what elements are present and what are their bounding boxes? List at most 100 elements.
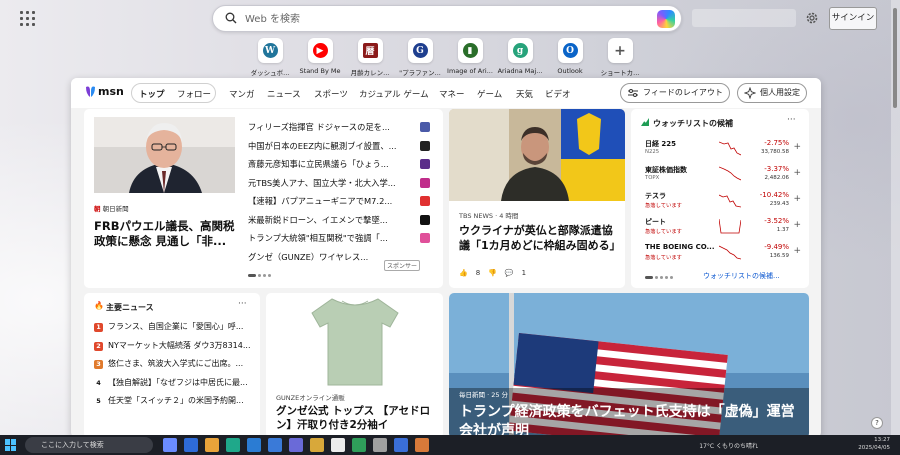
- excel-icon[interactable]: [352, 438, 366, 452]
- watchlist-pager[interactable]: [645, 276, 673, 279]
- windows-start-icon[interactable]: [5, 439, 17, 451]
- top-news-text: NYマーケット大幅続落 ダウ3万8314...: [108, 340, 251, 350]
- top-news-item[interactable]: 5 任天堂「スイッチ２」の米国予約開...: [94, 395, 254, 406]
- quick-link-tile: g: [507, 38, 533, 63]
- msn-butterfly-icon: [86, 86, 95, 97]
- watchlist-more-icon[interactable]: ···: [787, 115, 796, 125]
- top-news-item[interactable]: 2 NYマーケット大幅続落 ダウ3万8314...: [94, 340, 254, 351]
- apps-grid-icon[interactable]: [20, 11, 36, 27]
- tab-video[interactable]: ビデオ: [545, 88, 571, 100]
- gunze-title[interactable]: グンゼ公式 トップス 【アセドロン】汗取り付き2分袖イ: [276, 404, 438, 432]
- watchlist-card: ウォッチリストの候補 ··· 日経 225 N225 -2.75% 33,780.58…: [631, 109, 809, 288]
- headline-link[interactable]: 中国が日本のEEZ内に観測ブイ設置、...: [248, 140, 430, 152]
- quick-link[interactable]: O Outlook: [545, 38, 595, 77]
- personalize-label: 個人用設定: [760, 88, 800, 97]
- headline-link[interactable]: 米最新鋭ドローン、イエメンで撃墜...: [248, 214, 430, 226]
- app2-icon[interactable]: [373, 438, 387, 452]
- help-icon[interactable]: ?: [871, 417, 883, 429]
- app4-icon[interactable]: [415, 438, 429, 452]
- add-icon[interactable]: +: [793, 142, 801, 152]
- quick-link[interactable]: g Ariadna Maj...: [495, 38, 545, 77]
- watchlist-row[interactable]: ピート 急落しています -3.52% 1.37 +: [645, 217, 801, 243]
- app-icon[interactable]: [289, 438, 303, 452]
- page-scrollbar[interactable]: [891, 0, 900, 435]
- tab-follow[interactable]: フォロー: [177, 88, 211, 100]
- comment-icon[interactable]: 💬: [505, 269, 514, 277]
- msn-logo[interactable]: msn: [85, 85, 124, 98]
- watchlist-row[interactable]: 東証株価指数 TOPX -3.37% 2,482.06 +: [645, 165, 801, 191]
- store-icon[interactable]: [268, 438, 282, 452]
- word-icon[interactable]: [247, 438, 261, 452]
- top-news-item[interactable]: 3 悠仁さま、筑波大入学式にご出席。...: [94, 358, 254, 369]
- folder-icon[interactable]: [310, 438, 324, 452]
- dislike-icon[interactable]: 👎: [488, 269, 497, 277]
- copilot-taskbar-icon[interactable]: [163, 438, 177, 452]
- quick-link[interactable]: ▶ Stand By Me: [295, 38, 345, 77]
- task-view-icon[interactable]: [184, 438, 198, 452]
- clock-date[interactable]: 2025/04/05: [858, 445, 890, 451]
- hero-image[interactable]: [94, 117, 235, 193]
- top-news-more-icon[interactable]: ···: [238, 299, 247, 309]
- clock-time[interactable]: 13:27: [874, 437, 890, 443]
- file-explorer-icon[interactable]: [205, 438, 219, 452]
- tab-top[interactable]: トップ: [139, 88, 165, 100]
- gunze-ad-card[interactable]: GUNZEオンライン通販 グンゼ公式 トップス 【アセドロン】汗取り付き2分袖イ: [266, 293, 443, 438]
- add-icon[interactable]: +: [793, 220, 801, 230]
- trump-news-card[interactable]: 毎日新聞 · 25 分 トランプ経済政策をバフェット氏支持は「虚偽」運営会社が声…: [449, 293, 809, 438]
- headline-pager[interactable]: [248, 274, 271, 277]
- rank-badge: 4: [94, 378, 103, 388]
- hero-source[interactable]: 朝 朝日新聞: [94, 203, 129, 213]
- headline-link[interactable]: フィリーズ指揮官 ドジャースの足を...: [248, 121, 430, 133]
- headline-link[interactable]: 元TBS美人アナ、国立大学・北大入学...: [248, 177, 430, 189]
- tab-games[interactable]: ゲーム: [477, 88, 502, 100]
- quick-link[interactable]: 暦月齢カレン...: [345, 38, 395, 77]
- watchlist-footer-link[interactable]: ウォッチリストの候補...: [703, 271, 780, 281]
- ukraine-title[interactable]: ウクライナが英仏と部隊派遣協議「1カ月めどに枠組み固める」: [459, 223, 621, 253]
- hero-title[interactable]: FRBパウエル議長、高関税政策に懸念 見通し「非...: [94, 219, 239, 249]
- copilot-icon[interactable]: [657, 10, 675, 28]
- plus-icon: +: [614, 42, 626, 59]
- stock-subtitle: 急落しています: [645, 255, 682, 261]
- settings-icon[interactable]: [331, 438, 345, 452]
- feed-layout-button[interactable]: フィードのレイアウト: [620, 83, 730, 103]
- app3-icon[interactable]: [394, 438, 408, 452]
- taskbar-search[interactable]: ここに入力して検索: [25, 437, 153, 453]
- ukraine-news-card[interactable]: TBS NEWS · 4 時間 ウクライナが英仏と部隊派遣協議「1カ月めどに枠組…: [449, 109, 625, 288]
- watchlist-row[interactable]: テスラ 急落しています -10.42% 239.43 +: [645, 191, 801, 217]
- tab-sports[interactable]: スポーツ: [314, 88, 348, 100]
- trump-title[interactable]: トランプ経済政策をバフェット氏支持は「虚偽」運営会社が声明: [459, 403, 804, 438]
- search-bar[interactable]: [212, 5, 682, 32]
- quick-link[interactable]: W ダッシュボ...: [245, 38, 295, 77]
- scrollbar-thumb[interactable]: [893, 8, 897, 108]
- like-icon[interactable]: 👍: [459, 269, 468, 277]
- publisher-logo-icon: [420, 233, 430, 243]
- rank-badge: 5: [94, 397, 103, 406]
- edge-icon[interactable]: [226, 438, 240, 452]
- painting-icon: ▮: [462, 43, 478, 58]
- personalize-button[interactable]: 個人用設定: [737, 83, 807, 103]
- add-icon[interactable]: +: [793, 246, 801, 256]
- tab-casual-games[interactable]: カジュアル ゲーム: [359, 88, 429, 100]
- headline-link[interactable]: 【速報】パプアニューギニアでM7.2...: [248, 195, 430, 207]
- add-icon[interactable]: +: [793, 168, 801, 178]
- quick-link[interactable]: + ショートカ...: [595, 38, 645, 77]
- headline-link[interactable]: 斎藤元彦知事に立民県議ら「ひょう...: [248, 158, 430, 170]
- watchlist-row[interactable]: THE BOEING CO... 急落しています -9.49% 136.59 +: [645, 243, 801, 269]
- gear-icon[interactable]: [805, 11, 819, 25]
- signin-button[interactable]: サインイン: [829, 7, 877, 30]
- quick-link[interactable]: G "プラファン...: [395, 38, 445, 77]
- top-news-item[interactable]: 4 【独自解説】「なぜフジは中居氏に最...: [94, 377, 254, 388]
- taskbar-search-label: ここに入力して検索: [41, 441, 104, 449]
- search-input[interactable]: [245, 10, 645, 28]
- tab-manga[interactable]: マンガ: [229, 88, 255, 100]
- tab-money[interactable]: マネー: [439, 88, 465, 100]
- quick-link[interactable]: ▮ Image of Ari...: [445, 38, 495, 77]
- tab-news[interactable]: ニュース: [267, 88, 301, 100]
- tab-weather[interactable]: 天気: [516, 88, 533, 100]
- top-news-item[interactable]: 1 フランス、自国企業に「愛国心」呼...: [94, 321, 254, 332]
- watchlist-row[interactable]: 日経 225 N225 -2.75% 33,780.58 +: [645, 139, 801, 165]
- quick-link-label: "プラファン...: [399, 69, 441, 77]
- add-icon[interactable]: +: [793, 194, 801, 204]
- weather-widget[interactable]: 17°C くもりのち晴れ: [699, 441, 758, 450]
- headline-link[interactable]: トランプ大統領"相互関税"で強調「...: [248, 232, 430, 244]
